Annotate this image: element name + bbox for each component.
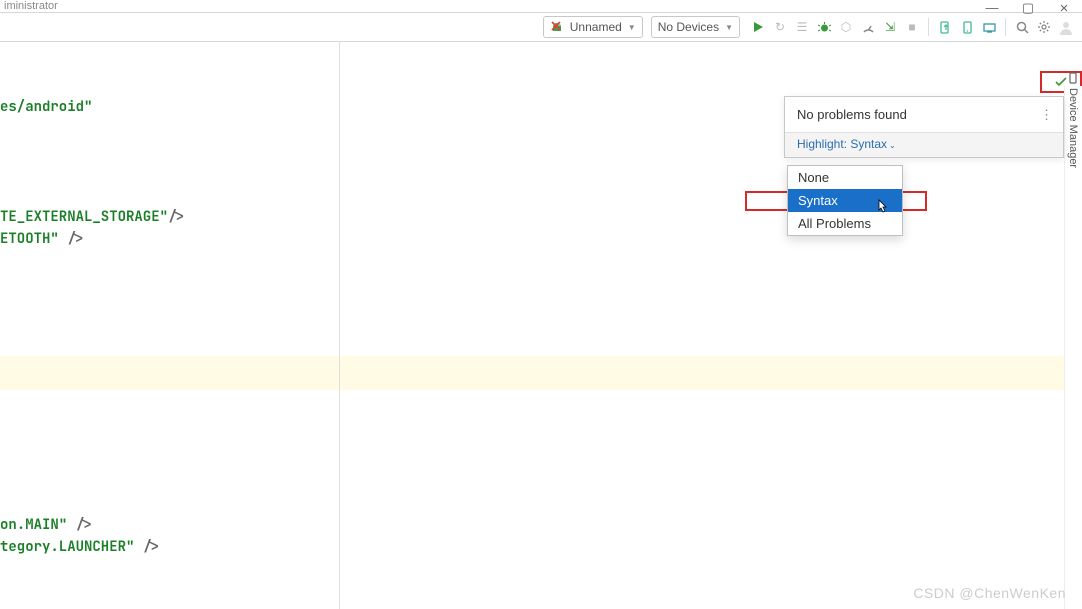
sync-icon[interactable] <box>935 17 955 37</box>
device-manager-tool-tab[interactable]: Device Manager <box>1064 68 1082 168</box>
editor-content: es/android" TE_EXTERNAL_STORAGE"/> ETOOT… <box>0 42 1082 609</box>
editor-left-pane[interactable]: es/android" TE_EXTERNAL_STORAGE"/> ETOOT… <box>0 42 340 609</box>
cursor-pointer-icon <box>875 199 889 215</box>
avd-manager-icon[interactable] <box>957 17 977 37</box>
window-title: iministrator <box>0 0 1082 12</box>
toolbar-icons: ↻ ☰ ⬡ ⇲ ■ <box>748 17 1076 37</box>
window-controls: — ▢ × <box>974 0 1082 20</box>
profile-icon[interactable] <box>858 17 878 37</box>
window-title-text: iministrator <box>4 0 58 12</box>
maximize-icon[interactable]: ▢ <box>1010 0 1046 20</box>
profile-account-icon[interactable] <box>1056 17 1076 37</box>
main-toolbar: Unnamed ▼ No Devices ▼ ↻ ☰ ⬡ ⇲ ■ <box>0 13 1082 41</box>
code-line: TE_EXTERNAL_STORAGE"/> <box>0 206 185 228</box>
settings-icon[interactable] <box>1034 17 1054 37</box>
device-manager-icon <box>1067 72 1079 84</box>
stop-icon[interactable]: ■ <box>902 17 922 37</box>
highlight-mode-button[interactable]: Highlight: Syntax⌄ <box>785 132 1063 157</box>
code-line: ETOOTH" /> <box>0 228 84 250</box>
toolbar-divider <box>928 18 929 36</box>
highlight-label: Highlight: Syntax <box>797 137 887 151</box>
sdk-manager-icon[interactable] <box>979 17 999 37</box>
minimize-icon[interactable]: — <box>974 0 1010 20</box>
dropdown-triangle-icon: ▼ <box>628 23 636 32</box>
code-line: tegory.LAUNCHER" /> <box>0 536 160 558</box>
close-icon[interactable]: × <box>1046 0 1082 20</box>
inspection-popup: No problems found ⋮ Highlight: Syntax⌄ <box>784 96 1064 158</box>
apply-changes-icon[interactable]: ↻ <box>770 17 790 37</box>
inspection-status-text: No problems found <box>797 107 907 122</box>
highlight-option-none[interactable]: None <box>788 166 902 189</box>
more-menu-icon[interactable]: ⋮ <box>1040 107 1053 123</box>
code-line: on.MAIN" /> <box>0 514 92 536</box>
debug-icon[interactable] <box>814 17 834 37</box>
run-config-label: Unnamed <box>570 20 622 34</box>
search-icon[interactable] <box>1012 17 1032 37</box>
run-icon[interactable] <box>748 17 768 37</box>
device-manager-label: Device Manager <box>1067 88 1079 168</box>
device-dropdown[interactable]: No Devices ▼ <box>651 16 740 38</box>
code-line: es/android" <box>0 96 92 118</box>
dropdown-triangle-icon: ▼ <box>725 23 733 32</box>
device-label: No Devices <box>658 20 719 34</box>
run-config-dropdown[interactable]: Unnamed ▼ <box>543 16 643 38</box>
editor-main-pane[interactable]: No problems found ⋮ Highlight: Syntax⌄ N… <box>340 42 1082 609</box>
coverage-icon[interactable]: ⬡ <box>836 17 856 37</box>
chevron-down-icon: ⌄ <box>889 141 896 150</box>
attach-debugger-icon[interactable]: ⇲ <box>880 17 900 37</box>
inspection-status-row: No problems found ⋮ <box>785 97 1063 132</box>
instant-run-icon[interactable]: ☰ <box>792 17 812 37</box>
android-invalid-icon <box>550 20 564 34</box>
watermark-text: CSDN @ChenWenKen <box>913 585 1066 601</box>
toolbar-divider <box>1005 18 1006 36</box>
